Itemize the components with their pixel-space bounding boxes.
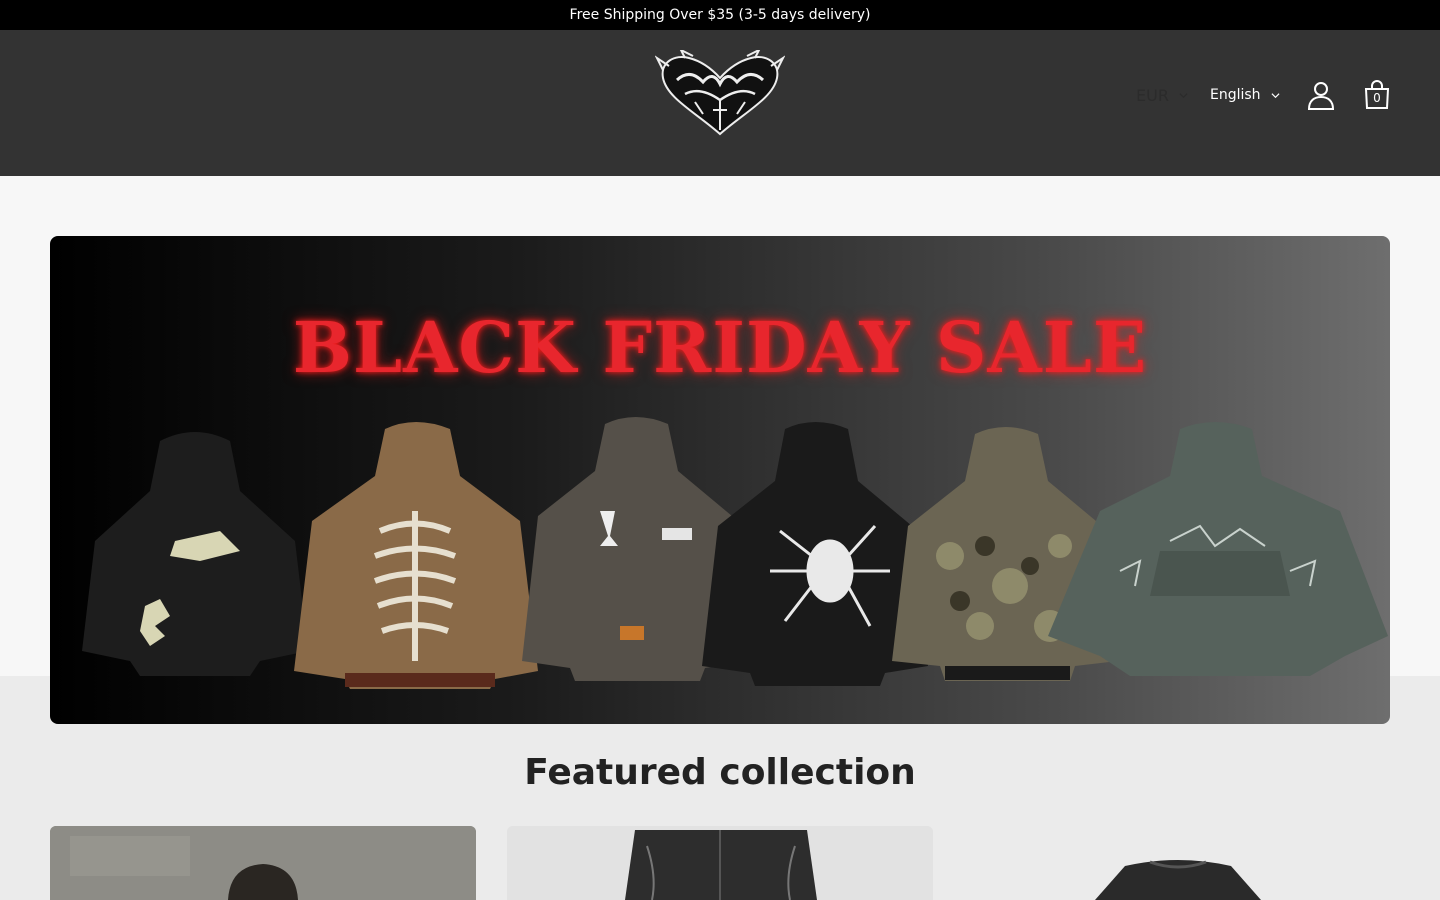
cart-count: 0 (1373, 91, 1381, 105)
black-hoodie-image (82, 432, 308, 676)
hero-title: BLACK FRIDAY SALE (292, 306, 1148, 389)
announcement-text: Free Shipping Over $35 (3-5 days deliver… (569, 7, 871, 23)
chevron-down-icon (1179, 92, 1188, 98)
account-button[interactable] (1305, 79, 1337, 111)
language-label: English (1210, 87, 1261, 103)
language-selector[interactable]: English (1210, 83, 1280, 107)
green-hoodie-image (1048, 422, 1388, 676)
jeans-product-image-icon (507, 826, 933, 900)
cart-button[interactable]: 0 (1361, 79, 1393, 111)
store-logo[interactable] (654, 47, 786, 140)
chevron-down-icon (1271, 92, 1280, 98)
user-icon (1307, 82, 1335, 110)
gothic-heart-logo-icon (654, 47, 786, 136)
jacket-product-image-icon (965, 826, 1391, 900)
hero-banner[interactable]: BLACK FRIDAY SALE (50, 236, 1390, 724)
product-card[interactable] (507, 826, 933, 900)
currency-label: EUR (1136, 85, 1169, 105)
hoodie-product-image-icon (50, 826, 476, 900)
currency-selector[interactable]: EUR (1136, 83, 1188, 107)
product-card[interactable] (50, 826, 476, 900)
product-card[interactable] (965, 826, 1391, 900)
announcement-bar: Free Shipping Over $35 (3-5 days deliver… (0, 0, 1440, 30)
tan-skeleton-jacket-image (294, 422, 538, 689)
site-header: EUR English 0 (0, 30, 1440, 176)
featured-collection-title: Featured collection (524, 752, 916, 793)
